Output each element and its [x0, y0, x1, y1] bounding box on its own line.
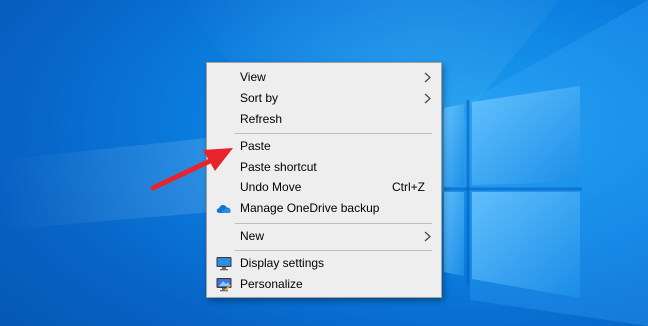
display-settings-icon — [216, 257, 232, 271]
chevron-right-icon — [424, 93, 431, 104]
desktop-background: View Sort by Refresh Paste Paste shortcu… — [0, 0, 648, 326]
chevron-right-icon — [424, 72, 431, 83]
menu-item-paste[interactable]: Paste — [207, 136, 441, 157]
desktop-context-menu: View Sort by Refresh Paste Paste shortcu… — [206, 62, 442, 298]
menu-item-label: Undo Move — [240, 180, 302, 194]
personalize-icon — [216, 278, 232, 292]
onedrive-cloud-icon — [216, 204, 231, 213]
menu-separator — [235, 223, 432, 224]
menu-item-label: Refresh — [240, 112, 283, 126]
menu-item-paste-shortcut[interactable]: Paste shortcut — [207, 157, 441, 178]
menu-item-undo-move[interactable]: Undo Move Ctrl+Z — [207, 177, 441, 198]
menu-item-label: Sort by — [240, 91, 279, 105]
menu-item-display-settings[interactable]: Display settings — [207, 253, 441, 274]
menu-item-label: Display settings — [240, 256, 325, 270]
menu-item-label: View — [240, 70, 266, 84]
menu-item-view[interactable]: View — [207, 67, 441, 88]
menu-separator — [235, 250, 432, 251]
chevron-right-icon — [424, 231, 431, 242]
menu-item-manage-onedrive-backup[interactable]: Manage OneDrive backup — [207, 198, 441, 219]
menu-item-label: New — [240, 229, 265, 243]
menu-item-label: Paste shortcut — [240, 160, 317, 174]
menu-item-label: Personalize — [240, 277, 303, 291]
menu-item-sort-by[interactable]: Sort by — [207, 88, 441, 109]
menu-item-label: Manage OneDrive backup — [240, 201, 380, 215]
menu-separator — [235, 133, 432, 134]
menu-item-new[interactable]: New — [207, 226, 441, 247]
menu-item-refresh[interactable]: Refresh — [207, 109, 441, 130]
menu-item-label: Paste — [240, 139, 271, 153]
menu-item-shortcut: Ctrl+Z — [392, 180, 425, 194]
menu-item-personalize[interactable]: Personalize — [207, 274, 441, 295]
